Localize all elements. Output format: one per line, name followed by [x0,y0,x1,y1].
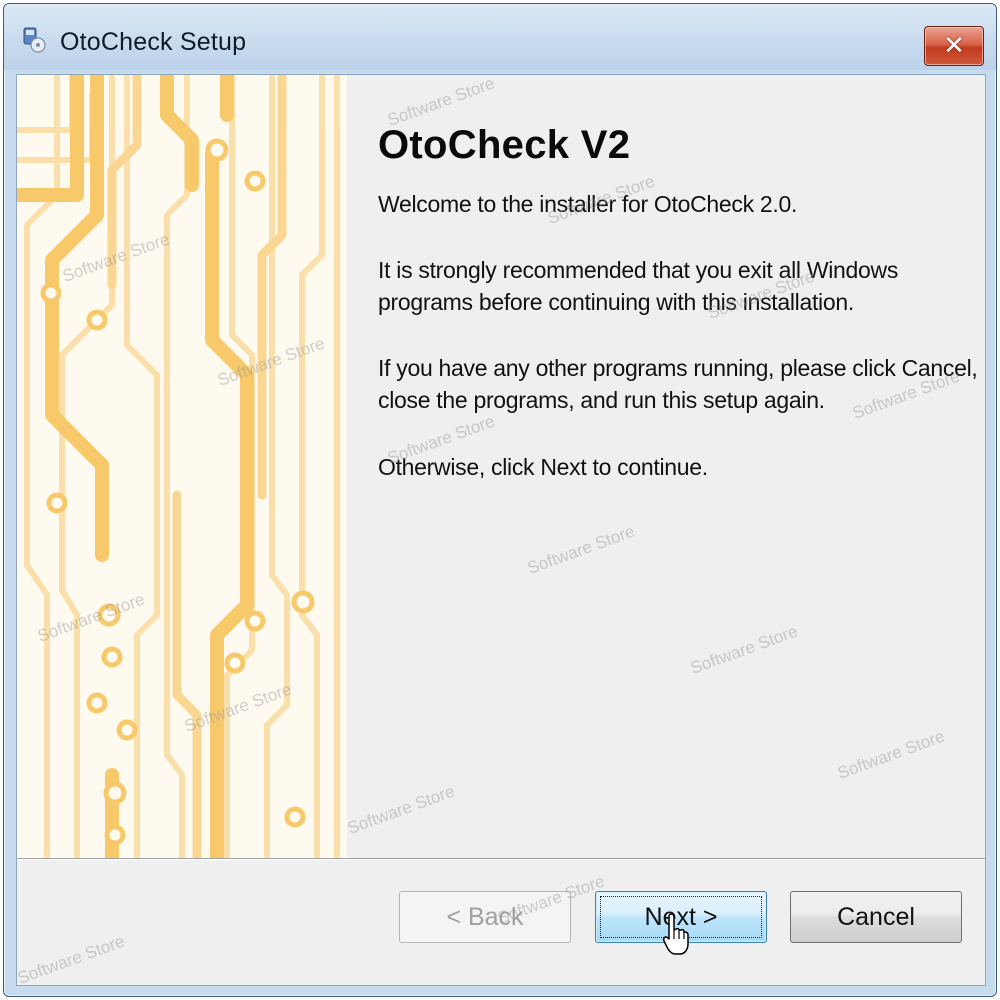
recommendation-text: It is strongly recommended that you exit… [378,257,899,315]
circuit-board-graphic [17,75,347,858]
circuit-banner-image [17,75,347,858]
welcome-text: Welcome to the installer for OtoCheck 2.… [378,191,798,217]
cancel-instruction-text: If you have any other programs running, … [378,355,978,413]
continue-instruction-text: Otherwise, click Next to continue. [378,454,708,480]
page-heading: OtoCheck V2 [378,123,631,167]
back-button[interactable]: < Back [399,891,571,943]
mouse-pointer-icon [662,913,689,955]
dialog-client-area: OtoCheck V2 Welcome to the installer for… [16,74,986,986]
close-button[interactable]: ✕ [924,26,984,66]
setup-window: OtoCheck Setup ✕ OtoCheck V2 Welcome to … [3,3,997,997]
welcome-content: OtoCheck V2 Welcome to the installer for… [347,75,985,858]
title-bar[interactable]: OtoCheck Setup ✕ [4,4,996,70]
close-icon: ✕ [943,31,965,61]
cancel-button[interactable]: Cancel [790,891,962,943]
button-separator [17,858,985,860]
setup-installer-icon [23,27,46,53]
back-button-label: < Back [446,902,524,931]
cancel-button-label: Cancel [837,902,915,931]
window-title: OtoCheck Setup [60,28,247,56]
